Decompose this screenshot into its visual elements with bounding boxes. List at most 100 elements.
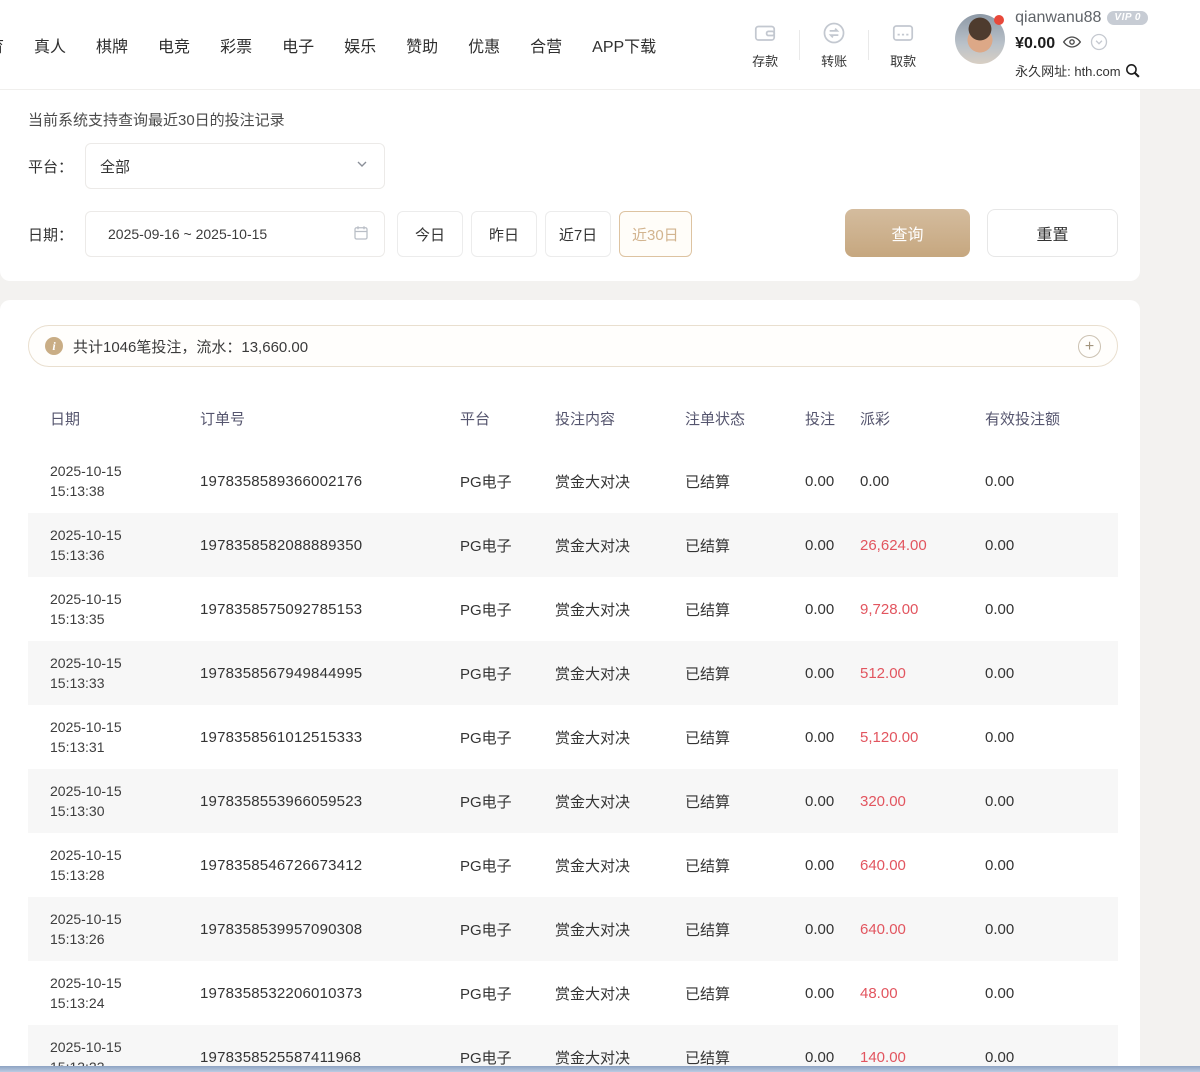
cell-order: 1978358575092785153	[200, 601, 460, 618]
col-payout: 派彩	[860, 408, 985, 429]
cell-valid-bet: 0.00	[985, 537, 1118, 554]
cell-time-value: 15:13:38	[50, 481, 200, 501]
cell-bet: 0.00	[805, 729, 860, 746]
chevron-down-icon	[354, 156, 370, 176]
table-row: 2025-10-15 15:13:30 1978358553966059523 …	[28, 769, 1118, 833]
nav-item-affiliate[interactable]: 合营	[530, 33, 562, 57]
cell-bet: 0.00	[805, 921, 860, 938]
cell-bet: 0.00	[805, 857, 860, 874]
quick-range-today[interactable]: 今日	[397, 211, 463, 257]
nav-item-entertainment[interactable]: 娱乐	[344, 33, 376, 57]
divider	[868, 30, 869, 60]
platform-selected-value: 全部	[100, 156, 130, 177]
cell-date-value: 2025-10-15	[50, 653, 200, 673]
withdraw-label: 取款	[890, 51, 916, 70]
cell-payout: 5,120.00	[860, 729, 985, 746]
cell-platform: PG电子	[460, 471, 555, 492]
cell-content: 赏金大对决	[555, 663, 685, 684]
col-date: 日期	[50, 408, 200, 429]
cell-payout: 640.00	[860, 857, 985, 874]
nav-item-sponsor[interactable]: 赞助	[406, 33, 438, 57]
platform-label: 平台：	[28, 156, 73, 177]
cell-date-value: 2025-10-15	[50, 845, 200, 865]
cell-date-value: 2025-10-15	[50, 781, 200, 801]
withdraw-button[interactable]: 取款	[871, 20, 935, 70]
cell-date: 2025-10-15 15:13:35	[50, 589, 200, 629]
deposit-button[interactable]: 存款	[733, 20, 797, 70]
cell-platform: PG电子	[460, 727, 555, 748]
date-filter-row: 日期： 2025-09-16 ~ 2025-10-15	[28, 211, 385, 257]
nav-item-esports[interactable]: 电竞	[158, 33, 190, 57]
table-body: 2025-10-15 15:13:38 1978358589366002176 …	[28, 449, 1118, 1072]
table-row: 2025-10-15 15:13:26 1978358539957090308 …	[28, 897, 1118, 961]
cell-time-value: 15:13:31	[50, 737, 200, 757]
table-row: 2025-10-15 15:13:28 1978358546726673412 …	[28, 833, 1118, 897]
nav-item-app-download[interactable]: APP下载	[592, 33, 656, 57]
reset-button[interactable]: 重置	[987, 209, 1118, 257]
cell-status: 已结算	[685, 791, 805, 812]
cell-date-value: 2025-10-15	[50, 1037, 200, 1057]
cell-payout: 140.00	[860, 1049, 985, 1066]
summary-bar: i 共计1046笔投注，流水：13,660.00 +	[28, 325, 1118, 367]
cell-content: 赏金大对决	[555, 855, 685, 876]
cell-valid-bet: 0.00	[985, 985, 1118, 1002]
cell-date-value: 2025-10-15	[50, 973, 200, 993]
quick-range-yesterday[interactable]: 昨日	[471, 211, 537, 257]
cell-platform: PG电子	[460, 983, 555, 1004]
quick-range-30days[interactable]: 近30日	[619, 211, 692, 257]
cell-platform: PG电子	[460, 599, 555, 620]
balance-amount: ¥0.00	[1015, 36, 1055, 52]
nav-item-slots[interactable]: 电子	[282, 33, 314, 57]
table-row: 2025-10-15 15:13:24 1978358532206010373 …	[28, 961, 1118, 1025]
nav-item-lottery[interactable]: 彩票	[220, 33, 252, 57]
cell-order: 1978358553966059523	[200, 793, 460, 810]
cell-date: 2025-10-15 15:13:30	[50, 781, 200, 821]
transfer-icon	[821, 20, 847, 46]
calendar-icon	[352, 224, 370, 245]
summary-text: 共计1046笔投注，流水：13,660.00	[73, 336, 308, 357]
cell-status: 已结算	[685, 983, 805, 1004]
nav-item-cards[interactable]: 棋牌	[96, 33, 128, 57]
cell-bet: 0.00	[805, 665, 860, 682]
eye-icon[interactable]	[1062, 34, 1082, 54]
cell-payout: 9,728.00	[860, 601, 985, 618]
cell-platform: PG电子	[460, 919, 555, 940]
date-range-value: 2025-09-16 ~ 2025-10-15	[100, 226, 267, 242]
cell-status: 已结算	[685, 599, 805, 620]
platform-select[interactable]: 全部	[85, 143, 385, 189]
cell-valid-bet: 0.00	[985, 665, 1118, 682]
transfer-label: 转账	[821, 51, 847, 70]
nav-item-live[interactable]: 真人	[34, 33, 66, 57]
expand-plus-icon[interactable]: +	[1078, 335, 1101, 358]
cell-bet: 0.00	[805, 1049, 860, 1066]
transfer-button[interactable]: 转账	[802, 20, 866, 70]
table-row: 2025-10-15 15:13:36 1978358582088889350 …	[28, 513, 1118, 577]
query-button[interactable]: 查询	[845, 209, 970, 257]
window-bottom-edge	[0, 1066, 1200, 1072]
cell-payout: 0.00	[860, 473, 985, 490]
col-bet: 投注	[805, 408, 860, 429]
table-row: 2025-10-15 15:13:31 1978358561012515333 …	[28, 705, 1118, 769]
cell-valid-bet: 0.00	[985, 601, 1118, 618]
nav-item-sports[interactable]: 育	[0, 33, 4, 57]
quick-range-7days[interactable]: 近7日	[545, 211, 611, 257]
main-nav: 育 真人 棋牌 电竞 彩票 电子 娱乐 赞助 优惠 合营 APP下载	[0, 33, 656, 57]
cell-time-value: 15:13:28	[50, 865, 200, 885]
cell-date: 2025-10-15 15:13:36	[50, 525, 200, 565]
avatar[interactable]	[955, 14, 1005, 64]
cell-status: 已结算	[685, 663, 805, 684]
cell-content: 赏金大对决	[555, 1047, 685, 1068]
record-range-notice: 当前系统支持查询最近30日的投注记录	[28, 109, 285, 130]
date-label: 日期：	[28, 224, 73, 245]
magnifier-icon[interactable]	[1124, 62, 1141, 81]
cell-bet: 0.00	[805, 473, 860, 490]
cell-status: 已结算	[685, 727, 805, 748]
chevron-down-circle-icon[interactable]	[1089, 32, 1109, 56]
nav-item-promo[interactable]: 优惠	[468, 33, 500, 57]
table-row: 2025-10-15 15:13:33 1978358567949844995 …	[28, 641, 1118, 705]
date-range-input[interactable]: 2025-09-16 ~ 2025-10-15	[85, 211, 385, 257]
cell-content: 赏金大对决	[555, 791, 685, 812]
cell-platform: PG电子	[460, 791, 555, 812]
cell-date: 2025-10-15 15:13:28	[50, 845, 200, 885]
cell-time-value: 15:13:33	[50, 673, 200, 693]
